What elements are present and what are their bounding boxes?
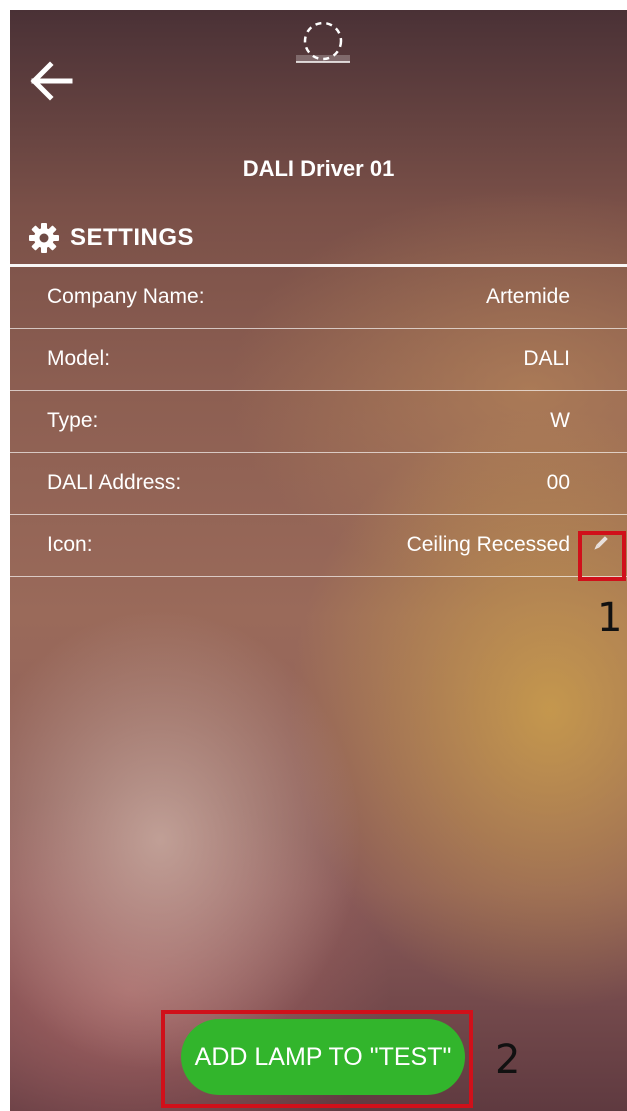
screen-top-border bbox=[0, 0, 627, 10]
row-label: Icon: bbox=[47, 533, 93, 556]
row-label: Model: bbox=[47, 347, 111, 370]
back-button[interactable] bbox=[26, 56, 76, 106]
settings-row-company-name: Company Name: Artemide bbox=[10, 267, 627, 329]
annotation-marker-1: 1 bbox=[597, 595, 623, 641]
annotation-marker-2: 2 bbox=[495, 1037, 521, 1083]
dashed-circle-icon bbox=[296, 21, 350, 63]
settings-row-dali-address: DALI Address: 00 bbox=[10, 453, 627, 515]
settings-row-model: Model: DALI bbox=[10, 329, 627, 391]
settings-row-icon: Icon: Ceiling Recessed bbox=[10, 515, 627, 577]
settings-row-type: Type: W bbox=[10, 391, 627, 453]
annotation-box-add-lamp bbox=[161, 1010, 473, 1108]
arrow-left-icon bbox=[30, 61, 73, 101]
row-value: 00 bbox=[546, 471, 570, 494]
row-value: Ceiling Recessed bbox=[406, 533, 570, 556]
app-screen: DALI Driver 01 SETTINGS Company Name: Ar… bbox=[10, 10, 627, 1111]
settings-section-title: SETTINGS bbox=[70, 224, 195, 251]
device-title: DALI Driver 01 bbox=[242, 156, 395, 181]
annotation-box-edit-icon bbox=[578, 531, 626, 581]
row-value: W bbox=[550, 409, 570, 432]
settings-list: Company Name: Artemide Model: DALI Type:… bbox=[10, 267, 627, 577]
settings-section-header: SETTINGS bbox=[28, 218, 194, 258]
row-label: Company Name: bbox=[47, 285, 205, 308]
gear-icon bbox=[29, 223, 59, 253]
row-value: Artemide bbox=[485, 285, 570, 308]
row-value: DALI bbox=[523, 347, 570, 370]
row-label: DALI Address: bbox=[47, 471, 182, 494]
row-label: Type: bbox=[47, 409, 99, 432]
screen-left-border bbox=[0, 0, 10, 1111]
